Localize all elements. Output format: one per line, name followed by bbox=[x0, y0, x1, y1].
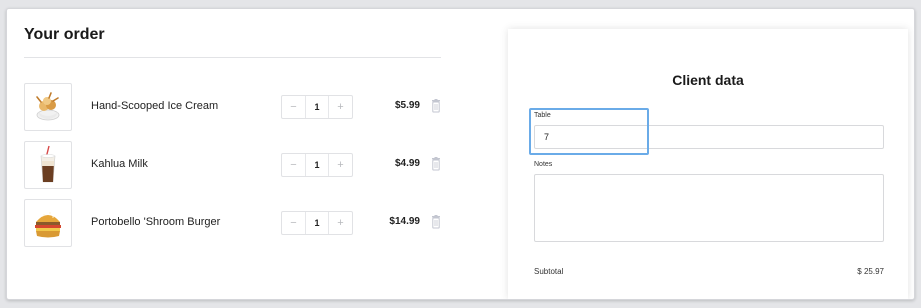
quantity-stepper: − 1 + bbox=[281, 211, 353, 235]
quantity-value: 1 bbox=[314, 102, 320, 112]
table-focus-highlight bbox=[529, 108, 649, 155]
increment-button[interactable]: + bbox=[328, 96, 352, 118]
trash-icon[interactable] bbox=[431, 157, 441, 171]
subtotal-label: Subtotal bbox=[534, 267, 564, 276]
burger-icon bbox=[24, 199, 72, 247]
order-item: Kahlua Milk − 1 + $4.99 bbox=[24, 141, 444, 189]
order-divider bbox=[24, 57, 441, 58]
notes-label: Notes bbox=[534, 161, 553, 168]
item-name: Portobello 'Shroom Burger bbox=[91, 216, 221, 228]
client-data-title: Client data bbox=[672, 72, 744, 88]
increment-button[interactable]: + bbox=[328, 154, 352, 176]
quantity-stepper: − 1 + bbox=[281, 95, 353, 119]
order-title: Your order bbox=[24, 26, 105, 43]
quantity-value: 1 bbox=[314, 160, 320, 170]
quantity-stepper: − 1 + bbox=[281, 153, 353, 177]
pos-window: Your order Hand-Scooped Ice Cream − 1 + … bbox=[6, 8, 915, 300]
trash-icon[interactable] bbox=[431, 99, 441, 113]
trash-icon[interactable] bbox=[431, 215, 441, 229]
client-data-panel: Client data Table 7 Notes Subtotal $ 25.… bbox=[508, 29, 908, 299]
item-price: $5.99 bbox=[394, 100, 420, 111]
milk-drink-icon bbox=[24, 141, 72, 189]
item-price: $14.99 bbox=[389, 216, 420, 227]
quantity-value: 1 bbox=[314, 218, 320, 228]
increment-button[interactable]: + bbox=[328, 212, 352, 234]
item-name: Hand-Scooped Ice Cream bbox=[91, 100, 219, 112]
decrement-button[interactable]: − bbox=[282, 212, 306, 234]
decrement-button[interactable]: − bbox=[282, 96, 306, 118]
decrement-button[interactable]: − bbox=[282, 154, 306, 176]
notes-field[interactable] bbox=[534, 174, 884, 242]
item-price: $4.99 bbox=[394, 158, 420, 169]
ice-cream-icon bbox=[24, 83, 72, 131]
subtotal-value: $ 25.97 bbox=[857, 267, 884, 276]
order-item: Hand-Scooped Ice Cream − 1 + $5.99 bbox=[24, 83, 444, 131]
item-name: Kahlua Milk bbox=[91, 158, 148, 170]
order-item: Portobello 'Shroom Burger − 1 + $14.99 bbox=[24, 199, 444, 247]
